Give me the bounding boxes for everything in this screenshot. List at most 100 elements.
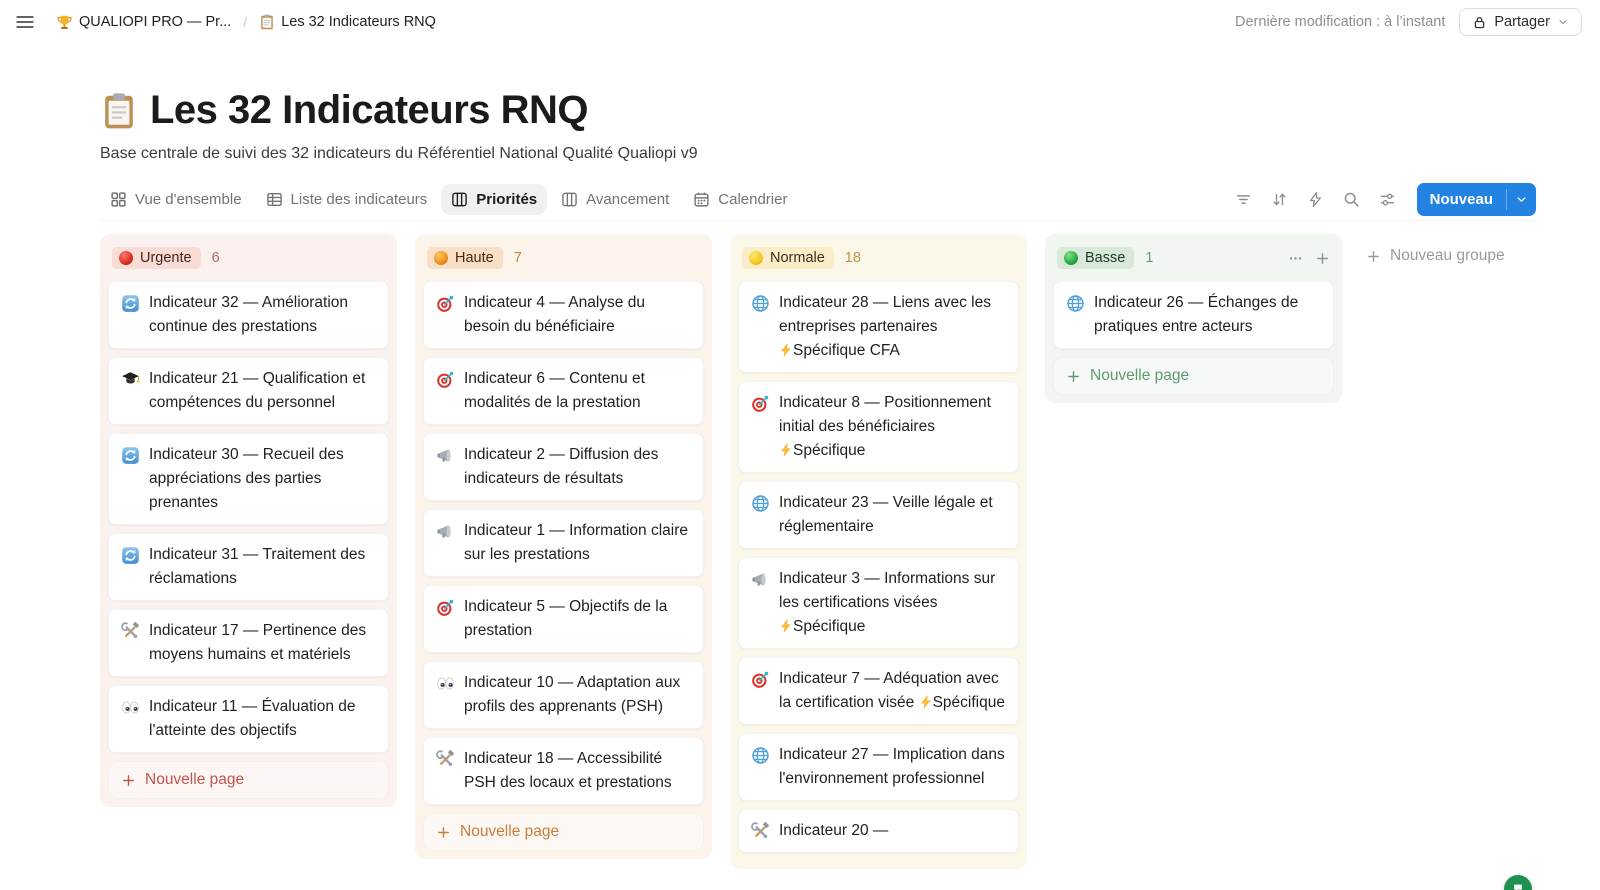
card-title: Indicateur 1 — Information claire sur le…: [464, 522, 688, 563]
card-indicateur-18[interactable]: Indicateur 18 — Accessibilité PSH des lo…: [423, 737, 704, 805]
card-title: Indicateur 23 — Veille légale et régleme…: [779, 494, 993, 535]
card-indicateur-31[interactable]: Indicateur 31 — Traitement des réclamati…: [108, 533, 389, 601]
card-indicateur-28[interactable]: Indicateur 28 — Liens avec les entrepris…: [738, 281, 1019, 373]
column-header-normale[interactable]: Normale 18: [738, 242, 1019, 281]
page-subtitle: Base centrale de suivi des 32 indicateur…: [100, 145, 698, 162]
bolt-icon: [779, 343, 793, 357]
more-options-dots-icon[interactable]: [1288, 251, 1303, 266]
specifique-tag: Spécifique: [919, 694, 1005, 711]
target-icon: [751, 670, 770, 689]
yellow-circle-icon: [749, 251, 763, 265]
target-icon: [751, 394, 770, 413]
plus-icon: [121, 773, 136, 788]
card-indicateur-23[interactable]: Indicateur 23 — Veille légale et régleme…: [738, 481, 1019, 549]
card-indicateur-26[interactable]: Indicateur 26 — Échanges de pratiques en…: [1053, 281, 1334, 349]
card-indicateur-10[interactable]: Indicateur 10 — Adaptation aux profils d…: [423, 661, 704, 729]
tab-priorites[interactable]: Priorités: [441, 184, 548, 215]
column-count: 18: [844, 250, 861, 266]
search-icon[interactable]: [1337, 185, 1367, 215]
bolt-icon: [919, 695, 933, 709]
breadcrumb-page[interactable]: Les 32 Indicateurs RNQ: [255, 12, 440, 32]
help-chat-button[interactable]: [1504, 875, 1532, 890]
card-indicateur-11[interactable]: Indicateur 11 — Évaluation de l'atteinte…: [108, 685, 389, 753]
new-group-button[interactable]: Nouveau groupe: [1360, 234, 1511, 278]
card-indicateur-2[interactable]: Indicateur 2 — Diffusion des indicateurs…: [423, 433, 704, 501]
globe-icon: [751, 294, 770, 313]
status-badge: Basse: [1057, 247, 1135, 269]
status-badge: Urgente: [112, 247, 201, 269]
card-indicateur-7[interactable]: Indicateur 7 — Adéquation avec la certif…: [738, 657, 1019, 725]
card-indicateur-6[interactable]: Indicateur 6 — Contenu et modalités de l…: [423, 357, 704, 425]
tab-calendrier[interactable]: Calendrier: [683, 184, 797, 215]
new-page-button[interactable]: Nouvelle page: [423, 813, 704, 851]
card-indicateur-4[interactable]: Indicateur 4 — Analyse du besoin du béné…: [423, 281, 704, 349]
card-indicateur-32[interactable]: Indicateur 32 — Amélioration continue de…: [108, 281, 389, 349]
card-title: Indicateur 8 — Positionnement initial de…: [779, 394, 991, 459]
clipboard-icon: [259, 14, 275, 30]
settings-sliders-icon[interactable]: [1373, 185, 1403, 215]
card-title: Indicateur 17 — Pertinence des moyens hu…: [149, 622, 367, 663]
card-indicateur-20[interactable]: Indicateur 20 —: [738, 809, 1019, 853]
red-circle-icon: [119, 251, 133, 265]
breadcrumb-separator: /: [243, 14, 248, 30]
card-indicateur-27[interactable]: Indicateur 27 — Implication dans l'envir…: [738, 733, 1019, 801]
hamburger-menu-icon[interactable]: [14, 11, 36, 33]
eyes-icon: [121, 698, 140, 717]
column-header-haute[interactable]: Haute 7: [423, 242, 704, 281]
breadcrumb-workspace[interactable]: QUALIOPI PRO — Pr...: [52, 12, 235, 33]
tools-icon: [436, 750, 455, 769]
card-title: Indicateur 7 — Adéquation avec la certif…: [779, 670, 1005, 711]
new-button-chevron-down-icon[interactable]: [1507, 183, 1536, 216]
sort-icon[interactable]: [1265, 185, 1295, 215]
card-indicateur-21[interactable]: Indicateur 21 — Qualification et compéte…: [108, 357, 389, 425]
card-title: Indicateur 10 — Adaptation aux profils d…: [464, 674, 681, 715]
card-title: Indicateur 6 — Contenu et modalités de l…: [464, 370, 645, 411]
calendar-icon: [693, 191, 710, 208]
specifique-tag: Spécifique: [779, 442, 865, 459]
filter-icon[interactable]: [1229, 185, 1259, 215]
table-icon: [266, 191, 283, 208]
card-title: Indicateur 31 — Traitement des réclamati…: [149, 546, 366, 587]
board-column-normale: Normale 18 Indicateur 28 — Liens avec le…: [730, 234, 1027, 869]
view-toolbar: Nouveau: [1229, 183, 1536, 216]
globe-icon: [751, 494, 770, 513]
card-title: Indicateur 2 — Diffusion des indicateurs…: [464, 446, 659, 487]
plus-icon: [436, 825, 451, 840]
tools-icon: [751, 822, 770, 841]
column-header-urgente[interactable]: Urgente 6: [108, 242, 389, 281]
specifique-tag: Spécifique: [779, 618, 865, 635]
plus-icon: [1066, 369, 1081, 384]
chat-bubble-icon: [1511, 881, 1525, 890]
new-page-button[interactable]: Nouvelle page: [1053, 357, 1334, 395]
bolt-icon: [779, 619, 793, 633]
card-indicateur-30[interactable]: Indicateur 30 — Recueil des appréciation…: [108, 433, 389, 525]
trophy-icon: [56, 14, 73, 31]
eyes-icon: [436, 674, 455, 693]
card-indicateur-8[interactable]: Indicateur 8 — Positionnement initial de…: [738, 381, 1019, 473]
card-title: Indicateur 30 — Recueil des appréciation…: [149, 446, 344, 511]
refresh-icon: [121, 546, 140, 565]
target-icon: [436, 370, 455, 389]
new-page-button[interactable]: Nouvelle page: [108, 761, 389, 799]
target-icon: [436, 294, 455, 313]
add-card-plus-icon[interactable]: [1315, 251, 1330, 266]
automation-zap-icon[interactable]: [1301, 185, 1331, 215]
tab-avancement[interactable]: Avancement: [551, 184, 679, 215]
chevron-down-icon: [1557, 16, 1569, 28]
tab-vue-densemble[interactable]: Vue d'ensemble: [100, 184, 252, 215]
card-title: Indicateur 18 — Accessibilité PSH des lo…: [464, 750, 672, 791]
top-bar: QUALIOPI PRO — Pr... / Les 32 Indicateur…: [0, 0, 1600, 44]
share-button[interactable]: Partager: [1459, 8, 1582, 36]
card-indicateur-1[interactable]: Indicateur 1 — Information claire sur le…: [423, 509, 704, 577]
bolt-icon: [779, 443, 793, 457]
view-tabs: Vue d'ensemble Liste des indicateurs Pri…: [100, 184, 797, 215]
card-indicateur-17[interactable]: Indicateur 17 — Pertinence des moyens hu…: [108, 609, 389, 677]
card-indicateur-3[interactable]: Indicateur 3 — Informations sur les cert…: [738, 557, 1019, 649]
card-title: Indicateur 21 — Qualification et compéte…: [149, 370, 366, 411]
card-indicateur-5[interactable]: Indicateur 5 — Objectifs de la prestatio…: [423, 585, 704, 653]
status-badge: Haute: [427, 247, 503, 269]
tab-liste-des-indicateurs[interactable]: Liste des indicateurs: [256, 184, 438, 215]
card-title: Indicateur 3 — Informations sur les cert…: [779, 570, 996, 635]
column-header-basse[interactable]: Basse 1: [1053, 242, 1334, 281]
new-button[interactable]: Nouveau: [1416, 183, 1536, 216]
